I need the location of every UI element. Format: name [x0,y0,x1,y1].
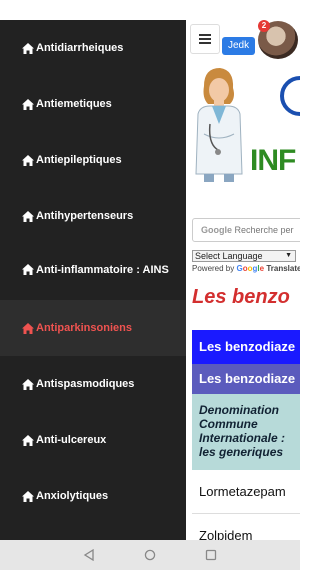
drawer-item-antiparkinsoniens[interactable]: Antiparkinsoniens [0,300,186,356]
home-icon [22,322,34,334]
google-label: Google [201,225,232,235]
drawer-item-antidiarrheiques[interactable]: Antidiarrheiques [0,20,186,76]
status-bar [0,0,300,20]
site-banner: INF [186,62,300,202]
drawer-item-label: Antiemetiques [36,97,112,110]
hamburger-icon [199,34,211,44]
home-icon [22,490,34,502]
top-bar: Jedk 2 [186,20,300,60]
drawer-item-label: Antiparkinsoniens [36,321,132,334]
home-icon [22,98,34,110]
drawer-item-antiemetiques[interactable]: Antiemetiques [0,76,186,132]
nurse-illustration [195,68,243,182]
home-circle-icon [144,549,156,561]
search-input[interactable]: Google Recherche per [192,218,300,242]
language-select[interactable]: Select Language ▼ [192,250,296,262]
drawer-item-label: Anti-inflammatoire : AINS [36,264,169,276]
home-icon [22,154,34,166]
header-line: Commune [199,417,258,431]
drawer-item-label: Antispasmodiques [36,377,135,390]
drawer-item-antispasmodiques[interactable]: Antispasmodiques [0,356,186,412]
drug-table: Les benzodiaze Les benzodiaze Denominati… [192,330,300,540]
user-chip[interactable]: Jedk [222,37,256,55]
table-header-row: Denomination Commune Internationale : le… [192,394,300,470]
search-placeholder: Recherche per [234,225,294,235]
drawer-item-label: Antidiarrheiques [36,41,124,54]
logo-ring [280,76,300,116]
drawer-item-ains[interactable]: Anti-inflammatoire : AINS [0,244,186,300]
home-button[interactable] [142,547,158,563]
recents-button[interactable] [203,547,219,563]
home-icon [22,264,34,275]
powered-by: Powered by Google Translate [192,264,300,273]
translate-link[interactable]: Translate [266,264,300,273]
header-line: les generiques [199,445,284,459]
notification-badge: 2 [258,20,270,32]
drawer-item-antiepileptiques[interactable]: Antiepileptiques [0,132,186,188]
recents-icon [205,549,217,561]
language-select-label: Select Language [195,251,263,261]
menu-button[interactable] [190,24,220,54]
table-title-row: Les benzodiaze [192,330,300,364]
home-icon [22,378,34,390]
site-logo-text: INF [250,144,296,177]
table-row: Lormetazepam [192,470,300,514]
page-content: Jedk 2 INF Google Recherche per Select L… [186,20,300,540]
drawer-item-label: Anti-ulcereux [36,433,107,446]
back-button[interactable] [81,547,97,563]
chevron-down-icon: ▼ [285,252,292,259]
drawer-item-label: Anxiolytiques [36,489,109,502]
table-subtitle-row: Les benzodiaze [192,364,300,394]
navigation-drawer: Antidiarrheiques Antiemetiques Antiepile… [0,20,186,540]
header-line: Internationale : [199,431,286,445]
table-row: Zolpidem [192,514,300,540]
drawer-item-antihypertenseurs[interactable]: Antihypertenseurs [0,188,186,244]
google-brand: Google [236,264,265,273]
drawer-item-anxiolytiques[interactable]: Anxiolytiques [0,468,186,524]
drawer-item-label: Antiepileptiques [36,153,122,166]
powered-prefix: Powered by [192,264,235,273]
page-title: Les benzo [192,286,290,308]
home-icon [22,434,34,446]
drawer-item-anti-ulcereux[interactable]: Anti-ulcereux [0,412,186,468]
back-icon [83,549,94,561]
system-nav-bar [0,540,300,570]
drawer-item-label: Antihypertenseurs [36,209,134,222]
home-icon [22,210,34,222]
header-line: Denomination [199,403,279,417]
home-icon [22,42,34,54]
